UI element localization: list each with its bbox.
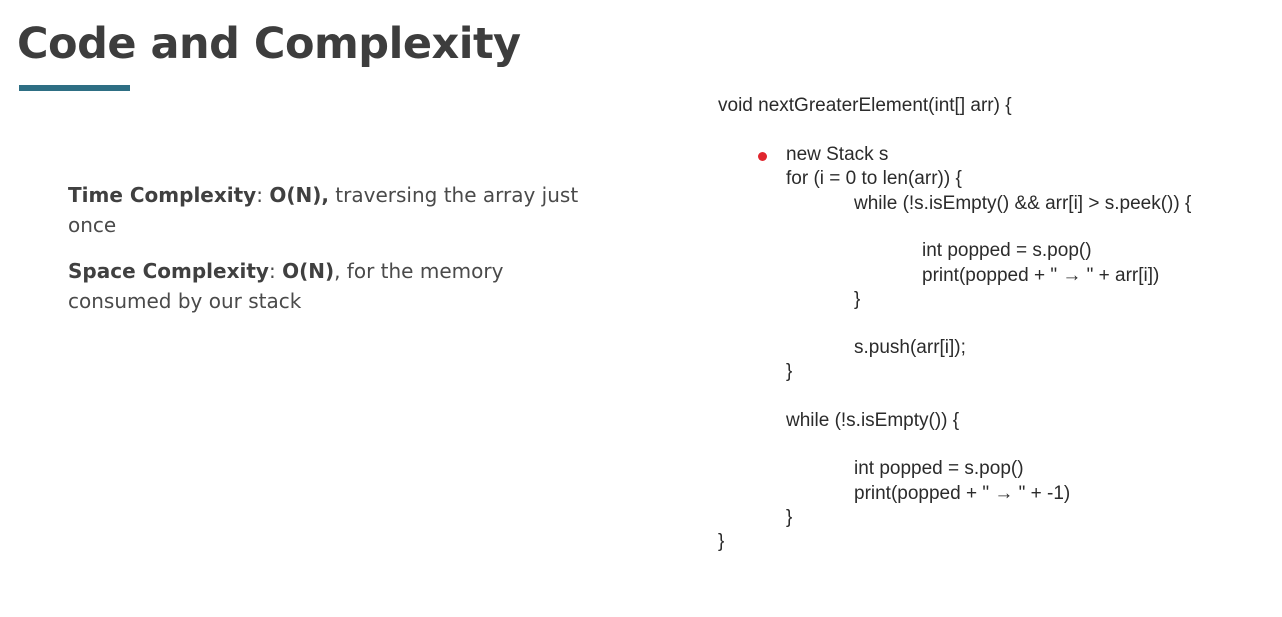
- time-complexity-value: O(N),: [269, 183, 329, 207]
- space-complexity-label: Space Complexity: [68, 259, 269, 283]
- code-line: void nextGreaterElement(int[] arr) {: [718, 95, 1012, 116]
- code-line: }: [786, 361, 793, 382]
- code-line: }: [786, 507, 793, 528]
- time-complexity-sep: :: [256, 183, 270, 207]
- code-line: }: [854, 289, 861, 310]
- code-line: print(popped + " → " + -1): [854, 483, 1071, 504]
- code-line: int popped = s.pop(): [854, 458, 1024, 479]
- code-line: for (i = 0 to len(arr)) {: [786, 168, 962, 189]
- space-complexity-sep: :: [268, 259, 283, 283]
- code-line: new Stack s: [786, 144, 889, 165]
- title-underline: [19, 85, 130, 91]
- code-line: int popped = s.pop(): [922, 240, 1092, 261]
- code-line: }: [718, 531, 725, 552]
- space-complexity-text: Space Complexity: O(N), for the memory c…: [68, 256, 588, 316]
- bullet-dot: [758, 152, 767, 161]
- code-line: print(popped + " → " + arr[i]): [922, 265, 1160, 286]
- space-complexity-value: O(N): [282, 259, 335, 283]
- time-complexity-label: Time Complexity: [68, 183, 257, 207]
- code-line: while (!s.isEmpty()) {: [786, 410, 960, 431]
- code-line: while (!s.isEmpty() && arr[i] > s.peek()…: [854, 193, 1192, 214]
- page-title: Code and Complexity: [17, 19, 521, 69]
- code-line: s.push(arr[i]);: [854, 337, 966, 358]
- time-complexity-text: Time Complexity: O(N), traversing the ar…: [68, 180, 588, 240]
